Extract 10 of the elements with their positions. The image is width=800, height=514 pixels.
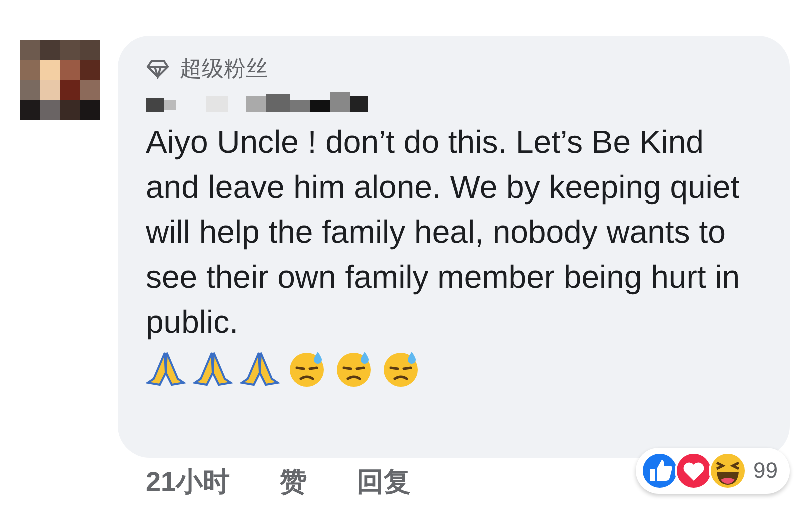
reply-link[interactable]: 回复 [357,464,412,500]
laughing-reaction-icon [708,451,748,491]
diamond-icon [146,59,170,79]
comment-text: Aiyo Uncle ! don’t do this. Let’s Be Kind and leave him alone. We by keeping quiet will help the family heal, nobody wants to see their own family member being hurt in public. [146,123,742,342]
comment-time: 21小时 [146,466,230,499]
fan-badge-label: 超级粉丝 [180,55,268,83]
reactions-summary[interactable]: 99 [636,448,790,494]
like-link[interactable]: 赞 [280,464,308,500]
reaction-count: 99 [754,458,778,484]
avatar-drawing[interactable] [20,40,100,120]
